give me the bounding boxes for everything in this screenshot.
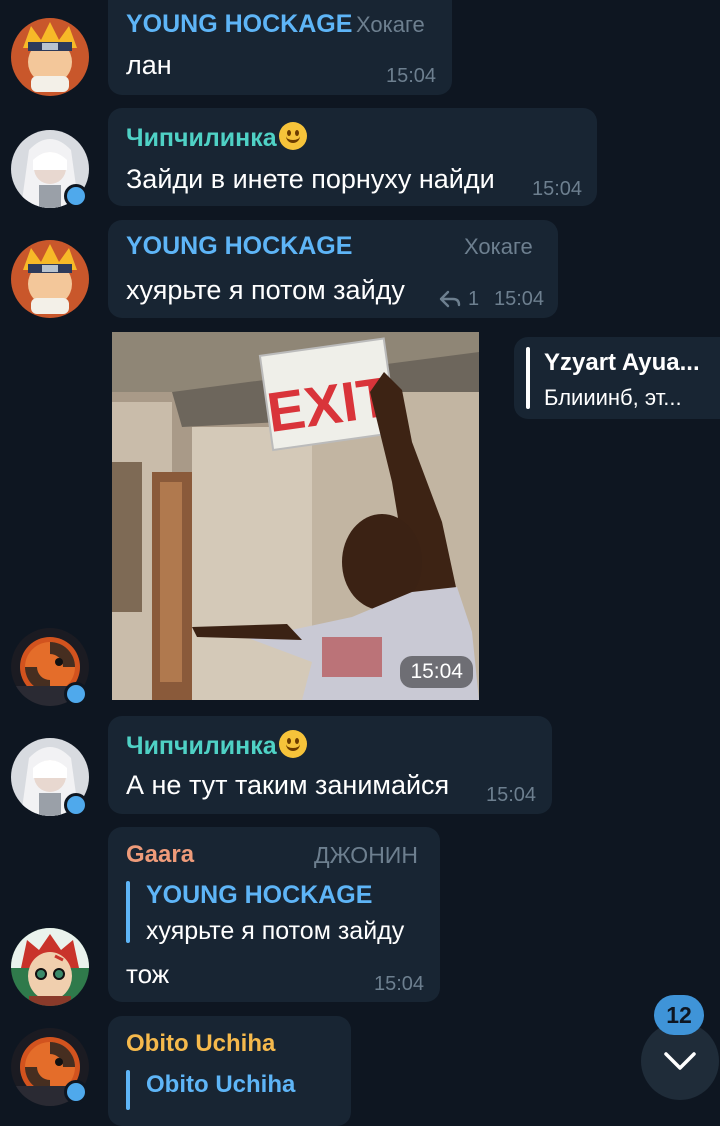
photo-time: 15:04	[410, 660, 463, 683]
admin-rank: Хокаге	[464, 234, 533, 259]
message-time: 15:04	[374, 973, 425, 995]
unread-count: 12	[666, 1002, 692, 1028]
message-bubble[interactable]: Gaara ДЖОНИН YOUNG HOCKAGE хуярьте я пот…	[108, 827, 440, 1002]
avatar-naruto[interactable]	[11, 18, 89, 96]
online-status-dot	[64, 793, 88, 817]
message-time: 15:04	[386, 65, 437, 87]
admin-rank: ДЖОНИН	[314, 842, 418, 868]
photo-message[interactable]: EXIT 15:04	[112, 332, 479, 700]
message-bubble[interactable]: Чипчилинка Зайди в инете порнуху найди 1…	[108, 108, 597, 206]
photo-time-badge: 15:04	[400, 656, 473, 688]
message-text: А не тут таким занимайся	[126, 770, 450, 800]
unread-count-badge[interactable]: 12	[654, 995, 704, 1035]
reply-count[interactable]: 1	[468, 288, 479, 311]
message-time: 15:04	[486, 784, 537, 806]
reply-preview-name: Yzyart Ayua...	[544, 349, 700, 376]
message-text: лан	[126, 50, 172, 80]
admin-rank: Хокаге	[356, 12, 425, 37]
message-bubble[interactable]: YOUNG HOCKAGE Хокаге хуярьте я потом зай…	[108, 220, 558, 318]
quoted-message[interactable]: YOUNG HOCKAGE хуярьте я потом зайду	[126, 881, 426, 945]
message-bubble[interactable]: YOUNG HOCKAGE Хокаге лан 15:04	[108, 0, 452, 95]
quote-bar	[126, 881, 130, 943]
message-text: Зайди в инете порнуху найди	[126, 164, 495, 194]
message-text: тож	[126, 959, 170, 989]
online-status-dot	[64, 1080, 88, 1104]
smiling-emoji-icon	[278, 122, 307, 150]
message-time: 15:04	[532, 178, 583, 200]
quote-sender: Obito Uchiha	[146, 1071, 296, 1098]
message-bubble[interactable]: Чипчилинка А не тут таким занимайся 15:0…	[108, 716, 552, 814]
smiling-emoji-icon	[278, 730, 307, 758]
quote-sender: YOUNG HOCKAGE	[146, 881, 373, 909]
message-time: 15:04	[494, 288, 545, 310]
reply-preview-text: Блииинб, эт...	[544, 385, 682, 410]
exit-sign-photo: EXIT	[112, 332, 479, 700]
quote-text: хуярьте я потом зайду	[146, 917, 405, 945]
quote-bar	[126, 1070, 130, 1110]
sender-name-text: Чипчилинка	[126, 732, 277, 760]
sender-name[interactable]: YOUNG HOCKAGE	[126, 232, 352, 261]
message-text: хуярьте я потом зайду	[126, 275, 405, 305]
reply-preview[interactable]: Yzyart Ayua... Блииинб, эт...	[514, 337, 720, 419]
message-bubble[interactable]: Obito Uchiha Obito Uchiha	[108, 1016, 351, 1126]
online-status-dot	[64, 184, 88, 208]
sender-name[interactable]: Чипчилинка	[126, 122, 307, 153]
reply-arrow-icon[interactable]	[438, 290, 462, 308]
sender-name-text: Чипчилинка	[126, 124, 277, 152]
avatar-gaara[interactable]	[11, 928, 89, 1006]
sender-name[interactable]: YOUNG HOCKAGE	[126, 10, 352, 39]
sender-name[interactable]: Gaara	[126, 841, 194, 869]
avatar-naruto[interactable]	[11, 240, 89, 318]
online-status-dot	[64, 682, 88, 706]
reply-preview-bar	[526, 347, 530, 409]
sender-name[interactable]: Obito Uchiha	[126, 1030, 275, 1058]
sender-name[interactable]: Чипчилинка	[126, 730, 307, 761]
